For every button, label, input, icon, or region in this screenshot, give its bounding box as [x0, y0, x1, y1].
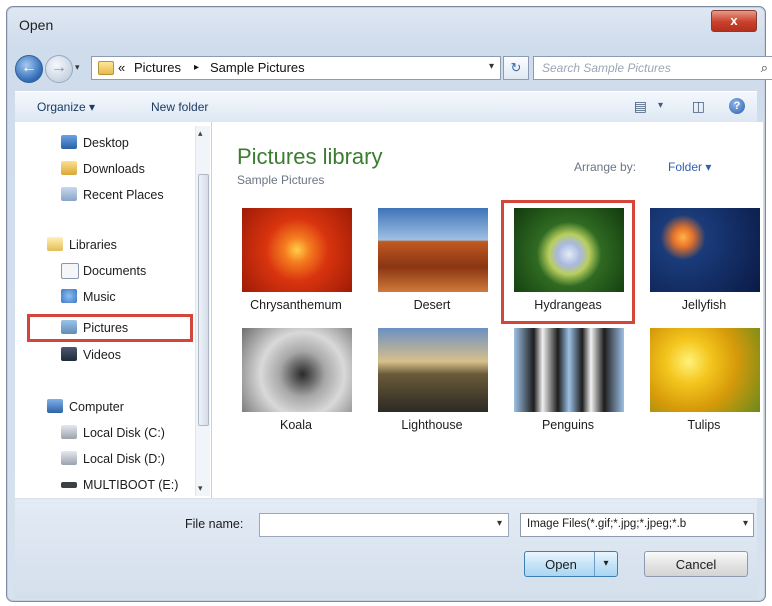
address-overflow[interactable]: « — [118, 60, 125, 75]
search-placeholder: Search Sample Pictures — [542, 61, 671, 75]
library-subtitle: Sample Pictures — [237, 173, 325, 187]
file-name-label: Penguins — [541, 418, 595, 432]
breadcrumb-pictures[interactable]: Pictures — [134, 60, 181, 75]
sidebar-item-label: Desktop — [83, 136, 129, 150]
file-name-dropdown-icon[interactable]: ▾ — [497, 518, 502, 529]
search-input[interactable]: Search Sample Pictures ⌕ — [533, 56, 772, 80]
scroll-up-icon[interactable]: ▴ — [198, 128, 203, 139]
file-name-input[interactable]: ▾ — [259, 513, 509, 537]
view-options-dropdown-icon[interactable]: ▾ — [658, 100, 663, 111]
file-type-value: Image Files(*.gif;*.jpg;*.jpeg;*.b — [527, 518, 687, 530]
address-row: ← → ▾ « Pictures ▸ Sample Pictures ▾ ↻ S… — [15, 54, 772, 83]
file-name-label: File name: — [185, 517, 244, 531]
sidebar-item-label: Downloads — [83, 162, 145, 176]
title-bar: Open x — [7, 7, 765, 43]
sidebar-item-label: MULTIBOOT (E:) — [83, 478, 179, 492]
navigation-pane: Desktop Downloads Recent Places Librarie… — [15, 122, 212, 498]
back-button[interactable]: ← — [15, 55, 43, 83]
recent-places-icon — [61, 187, 77, 201]
downloads-icon — [61, 161, 77, 175]
music-icon — [61, 289, 77, 303]
documents-icon — [61, 263, 79, 279]
file-item-desert[interactable]: Desert — [372, 208, 492, 324]
breadcrumb-separator-icon[interactable]: ▸ — [194, 62, 199, 73]
new-folder-button[interactable]: New folder — [151, 100, 208, 114]
hydrangeas-highlight-box — [501, 200, 635, 324]
folder-icon — [98, 61, 114, 75]
open-button-label: Open — [545, 557, 577, 572]
file-name-area: File name: ▾ Image Files(*.gif;*.jpg;*.j… — [15, 499, 757, 599]
forward-button[interactable]: → — [45, 55, 73, 83]
refresh-button[interactable]: ↻ — [503, 56, 529, 80]
desktop-icon — [61, 135, 77, 149]
drive-icon — [61, 451, 77, 465]
file-item-tulips[interactable]: Tulips — [644, 328, 764, 444]
sidebar-item-label: Libraries — [69, 238, 117, 252]
arrange-by-dropdown[interactable]: Folder ▾ — [668, 160, 711, 174]
file-list-pane: Pictures library Sample Pictures Arrange… — [212, 122, 763, 498]
window-title: Open — [19, 17, 54, 33]
scroll-down-icon[interactable]: ▾ — [198, 483, 203, 494]
videos-icon — [61, 347, 77, 361]
sidebar-item-label: Videos — [83, 348, 121, 362]
open-button[interactable]: Open ▾ — [524, 551, 618, 577]
address-bar[interactable]: « Pictures ▸ Sample Pictures ▾ — [91, 56, 501, 80]
arrange-by-label: Arrange by: — [574, 160, 637, 174]
sidebar-item-label: Music — [83, 290, 116, 304]
pictures-highlight-box — [27, 314, 193, 342]
navigation-scrollbar[interactable]: ▴ ▾ — [195, 126, 210, 496]
file-name-label: Koala — [280, 418, 312, 432]
file-item-lighthouse[interactable]: Lighthouse — [372, 328, 492, 444]
breadcrumb-sample-pictures[interactable]: Sample Pictures — [210, 60, 305, 75]
organize-button[interactable]: Organize ▾ — [37, 100, 95, 114]
recent-pages-dropdown-icon[interactable]: ▾ — [75, 62, 80, 73]
help-icon[interactable]: ? — [729, 98, 745, 114]
preview-pane-icon[interactable]: ◫ — [692, 98, 705, 115]
computer-icon — [47, 399, 63, 413]
open-options-dropdown-icon[interactable]: ▾ — [594, 552, 617, 576]
thumbnail-image — [242, 328, 352, 412]
file-name-label: Tulips — [687, 418, 721, 432]
file-name-label: Lighthouse — [401, 418, 463, 432]
scrollbar-thumb[interactable] — [198, 174, 209, 426]
file-name-label: Jellyfish — [681, 298, 727, 312]
file-name-label: Desert — [413, 298, 451, 312]
sidebar-item-label: Recent Places — [83, 188, 164, 202]
libraries-icon — [47, 237, 63, 251]
command-bar: Organize ▾ New folder ▤ ▾ ◫ ? — [15, 91, 757, 123]
file-name-label: Chrysanthemum — [250, 298, 342, 312]
thumbnail-image — [378, 208, 488, 292]
file-item-chrysanthemum[interactable]: Chrysanthemum — [236, 208, 356, 324]
file-item-koala[interactable]: Koala — [236, 328, 356, 444]
thumbnail-image — [242, 208, 352, 292]
usb-drive-icon — [61, 482, 77, 488]
change-view-icon[interactable]: ▤ — [634, 98, 647, 115]
thumbnail-image — [650, 208, 760, 292]
thumbnail-image — [378, 328, 488, 412]
cancel-button[interactable]: Cancel — [644, 551, 748, 577]
open-dialog: Open x ← → ▾ « Pictures ▸ Sample Picture… — [6, 6, 772, 602]
library-title: Pictures library — [237, 144, 383, 169]
drive-icon — [61, 425, 77, 439]
thumbnail-image — [514, 328, 624, 412]
sidebar-item-label: Documents — [83, 264, 147, 278]
address-dropdown-icon[interactable]: ▾ — [489, 61, 494, 72]
sidebar-item-label: Computer — [69, 400, 124, 414]
file-type-dropdown-icon[interactable]: ▾ — [743, 518, 748, 529]
sidebar-item-label: Local Disk (C:) — [83, 426, 165, 440]
close-button[interactable]: x — [711, 10, 757, 32]
file-item-penguins[interactable]: Penguins — [508, 328, 628, 444]
file-type-select[interactable]: Image Files(*.gif;*.jpg;*.jpeg;*.b ▾ — [520, 513, 754, 537]
sidebar-item-label: Local Disk (D:) — [83, 452, 165, 466]
thumbnail-image — [650, 328, 760, 412]
search-icon[interactable]: ⌕ — [761, 60, 768, 76]
file-item-jellyfish[interactable]: Jellyfish — [644, 208, 764, 324]
